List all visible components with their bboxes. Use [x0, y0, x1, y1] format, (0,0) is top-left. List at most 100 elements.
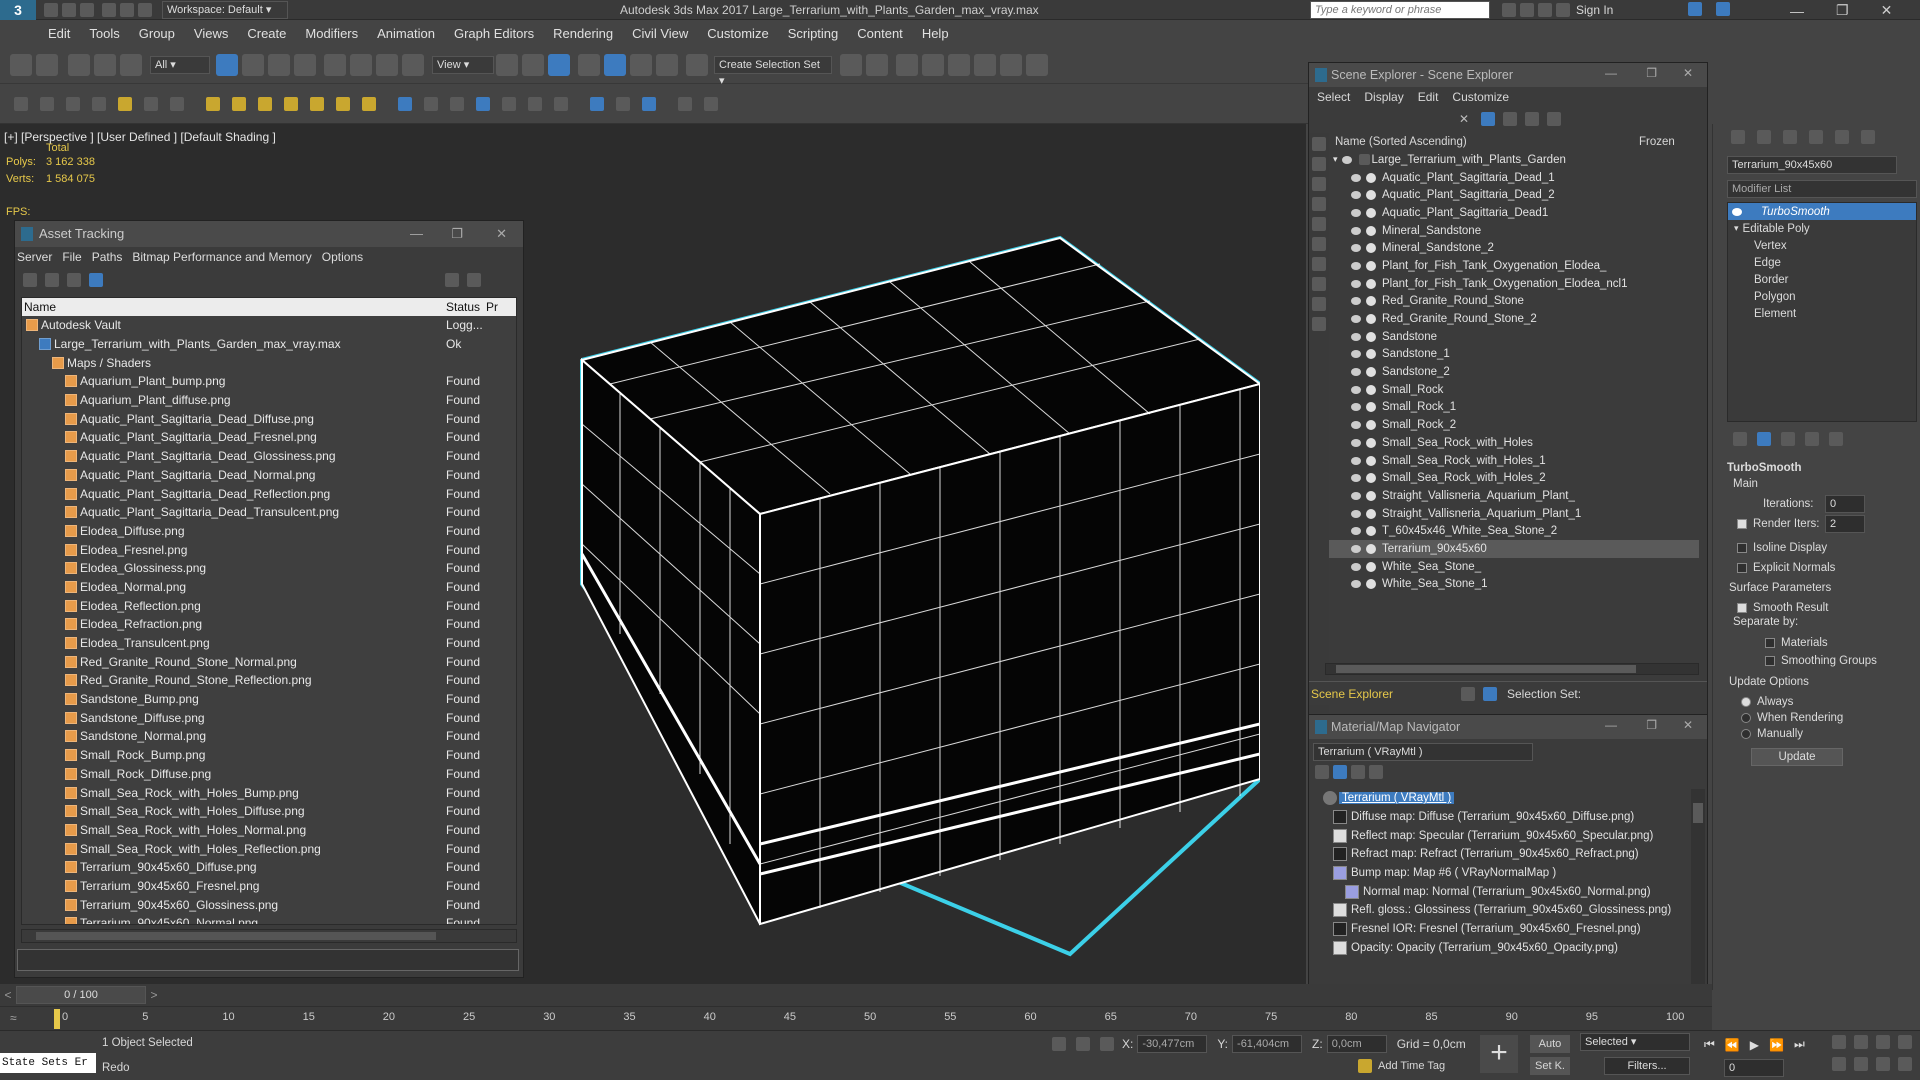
zoom-extents-all-icon[interactable]	[1898, 1035, 1912, 1049]
asset-menu-options[interactable]: Options	[322, 250, 363, 264]
toolbar2-icon-18[interactable]	[678, 96, 692, 111]
visibility-eye-icon[interactable]	[1351, 244, 1361, 253]
toolbar2-icon-9[interactable]	[424, 96, 438, 111]
scene-item-row[interactable]: Sandstone_2	[1329, 363, 1699, 381]
scene-item-row[interactable]: T_60x45x46_White_Sea_Stone_2	[1329, 522, 1699, 540]
rectangular-selection-icon[interactable]	[268, 53, 290, 76]
asset-row[interactable]: Aquatic_Plant_Sagittaria_Dead_Glossiness…	[22, 447, 516, 466]
view-list-icon[interactable]	[1315, 765, 1329, 779]
view-large-icons-icon[interactable]	[1369, 765, 1383, 779]
scene-item-row[interactable]: Straight_Vallisneria_Aquarium_Plant_1	[1329, 505, 1699, 523]
update-button[interactable]: Update	[1751, 748, 1843, 766]
material-map-row[interactable]: Refract map: Refract (Terrarium_90x45x60…	[1315, 845, 1687, 864]
stack-item-turbosmooth[interactable]: TurboSmooth	[1728, 203, 1916, 220]
stack-item-edge[interactable]: Edge	[1728, 254, 1916, 271]
visibility-eye-icon[interactable]	[1351, 527, 1361, 536]
app-logo-icon[interactable]: 3	[0, 0, 36, 20]
asset-row[interactable]: Terrarium_90x45x60_Normal.png Found	[22, 914, 516, 924]
explicit-normals-checkbox[interactable]	[1737, 563, 1747, 573]
asset-row[interactable]: Elodea_Fresnel.png Found	[22, 540, 516, 559]
matnav-close-icon[interactable]: ✕	[1683, 718, 1693, 732]
asset-minimize-icon[interactable]: —	[410, 221, 423, 247]
toolbar2-icon-1[interactable]	[14, 96, 28, 111]
x-coordinate-field[interactable]: -30,477cm	[1137, 1035, 1208, 1053]
asset-row[interactable]: Terrarium_90x45x60_Diffuse.png Found	[22, 858, 516, 877]
add-time-tag[interactable]: Add Time Tag	[1356, 1059, 1445, 1073]
asset-col-pr[interactable]: Pr	[486, 300, 506, 314]
toolbar2-icon-7[interactable]	[170, 96, 184, 111]
scene-item-row[interactable]: Terrarium_90x45x60	[1329, 540, 1699, 558]
asset-col-status[interactable]: Status	[442, 300, 486, 314]
scene-item-row[interactable]: Mineral_Sandstone_2	[1329, 239, 1699, 257]
filter-containers-icon[interactable]	[1312, 317, 1326, 331]
scene-layer-toggle-icon[interactable]	[1461, 686, 1475, 701]
asset-tracking-window[interactable]: Asset Tracking — ❐ ✕ Server File Paths B…	[14, 220, 524, 978]
visibility-eye-icon[interactable]	[1351, 509, 1361, 518]
toolbar2-icon-8[interactable]	[398, 96, 412, 111]
reference-coordinate-dropdown[interactable]: View ▾	[432, 55, 494, 74]
toolbar2-icon-2[interactable]	[40, 96, 54, 111]
scene-item-row[interactable]: Red_Granite_Round_Stone	[1329, 293, 1699, 311]
scene-lock-icon[interactable]	[1503, 112, 1518, 126]
maximize-viewport-icon[interactable]	[1898, 1057, 1912, 1071]
asset-row[interactable]: Aquarium_Plant_diffuse.png Found	[22, 391, 516, 410]
asset-row[interactable]: Small_Sea_Rock_with_Holes_Diffuse.png Fou…	[22, 802, 516, 821]
scene-col-frozen[interactable]: Frozen	[1639, 136, 1675, 148]
schematic-view-icon[interactable]	[1000, 53, 1022, 76]
scene-hierarchy-icon[interactable]	[1525, 112, 1540, 126]
asset-row[interactable]: Aquatic_Plant_Sagittaria_Dead_Normal.png…	[22, 466, 516, 485]
asset-view-icon-2[interactable]	[45, 273, 59, 287]
asset-row[interactable]: Elodea_Diffuse.png Found	[22, 522, 516, 541]
field-of-view-icon[interactable]	[1832, 1057, 1846, 1071]
filter-helpers-icon[interactable]	[1312, 217, 1326, 231]
previous-frame-icon[interactable]: ⏪	[1725, 1038, 1740, 1052]
scene-menu-display[interactable]: Display	[1364, 90, 1403, 104]
utilities-tab-icon[interactable]	[1861, 130, 1875, 144]
new-file-icon[interactable]	[44, 2, 58, 17]
filter-warps-icon[interactable]	[1312, 237, 1326, 251]
scene-maximize-icon[interactable]: ❐	[1646, 66, 1657, 80]
filter-lights-icon[interactable]	[1312, 177, 1326, 191]
star-icon[interactable]	[1538, 3, 1552, 17]
material-name-field[interactable]: Terrarium ( VRayMtl )	[1313, 743, 1533, 761]
asset-menu-server[interactable]: Server	[17, 250, 52, 264]
asset-menu-bitmap[interactable]: Bitmap Performance and Memory	[132, 250, 311, 264]
material-map-row[interactable]: Bump map: Map #6 ( VRayNormalMap )	[1315, 864, 1687, 883]
visibility-eye-icon[interactable]	[1351, 332, 1361, 341]
sphere-primitive-icon[interactable]	[258, 96, 272, 111]
menu-animation[interactable]: Animation	[377, 26, 435, 41]
link-icon[interactable]	[68, 53, 90, 76]
exchange-icon[interactable]	[1688, 2, 1702, 16]
select-object-icon[interactable]	[216, 53, 238, 76]
material-map-row[interactable]: Fresnel IOR: Fresnel (Terrarium_90x45x60…	[1315, 920, 1687, 939]
cone-primitive-icon[interactable]	[232, 96, 246, 111]
manually-radio[interactable]	[1741, 729, 1751, 739]
scene-item-row[interactable]: Plant_for_Fish_Tank_Oxygenation_Elodea_n…	[1329, 275, 1699, 293]
asset-col-name[interactable]: Name	[22, 300, 442, 314]
asset-row[interactable]: Autodesk Vault Logg...	[22, 316, 516, 335]
visibility-eye-icon[interactable]	[1351, 279, 1361, 288]
menu-edit[interactable]: Edit	[48, 26, 70, 41]
auto-key-button[interactable]: Auto	[1530, 1035, 1570, 1053]
asset-row[interactable]: Sandstone_Normal.png Found	[22, 727, 516, 746]
stack-item-vertex[interactable]: Vertex	[1728, 237, 1916, 254]
scene-item-row[interactable]: Aquatic_Plant_Sagittaria_Dead1	[1329, 204, 1699, 222]
asset-row[interactable]: Aquarium_Plant_bump.png Found	[22, 372, 516, 391]
edit-named-selection-icon[interactable]	[686, 53, 708, 76]
toggle-ribbon-icon[interactable]	[948, 53, 970, 76]
asset-row[interactable]: Aquatic_Plant_Sagittaria_Dead_Reflection…	[22, 484, 516, 503]
asset-scroll-thumb[interactable]	[36, 932, 436, 940]
menu-customize[interactable]: Customize	[707, 26, 768, 41]
track-bar[interactable]: ≈ 0 5 10 15 20 25 30 35 40 45 50 55 60 65 70 75 80 85 90 95…	[0, 1006, 1712, 1030]
angle-snap-icon[interactable]	[604, 53, 626, 76]
expand-arrow-icon[interactable]: ▾	[1333, 154, 1338, 165]
scene-item-row[interactable]: Small_Sea_Rock_with_Holes_2	[1329, 469, 1699, 487]
visibility-eye-icon[interactable]	[1351, 544, 1361, 553]
asset-row[interactable]: Elodea_Transulcent.png Found	[22, 634, 516, 653]
modify-tab-icon[interactable]	[1757, 130, 1771, 144]
asset-menu-file[interactable]: File	[62, 250, 81, 264]
asset-row[interactable]: Small_Sea_Rock_with_Holes_Reflection.png…	[22, 839, 516, 858]
named-selection-set-dropdown[interactable]: Create Selection Set ▾	[714, 55, 832, 87]
asset-help-icon[interactable]	[467, 273, 481, 287]
scene-close-icon[interactable]: ✕	[1683, 66, 1693, 80]
